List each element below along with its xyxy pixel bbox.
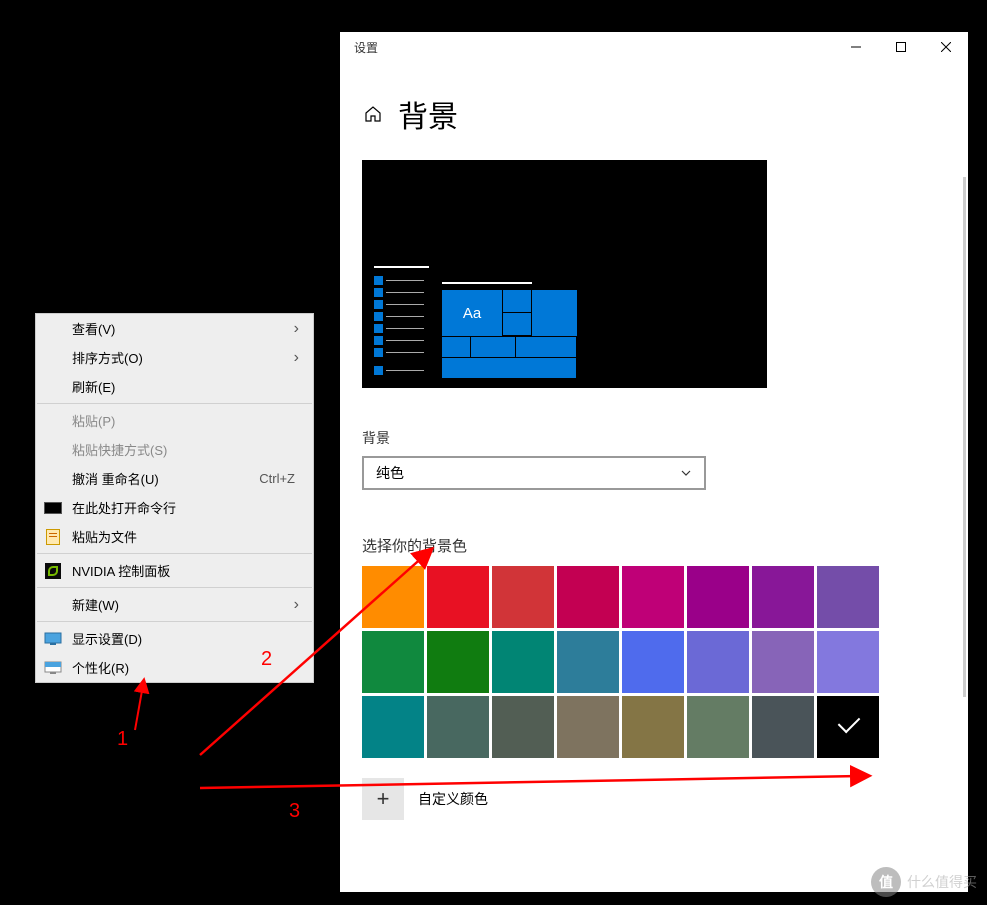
color-swatch-4[interactable] bbox=[622, 566, 684, 628]
minimize-button[interactable] bbox=[833, 32, 878, 62]
titlebar: 设置 bbox=[340, 32, 968, 62]
menu-separator bbox=[37, 553, 312, 554]
menu-separator bbox=[37, 587, 312, 588]
menu-item-10[interactable]: NVIDIA 控制面板 bbox=[36, 556, 313, 585]
color-swatch-1[interactable] bbox=[427, 566, 489, 628]
plus-icon: + bbox=[377, 786, 390, 812]
cmd-icon bbox=[44, 499, 62, 517]
window-title: 设置 bbox=[354, 39, 378, 56]
menu-item-label: 粘贴快捷方式(S) bbox=[72, 440, 167, 459]
watermark: 值 什么值得买 bbox=[871, 867, 977, 897]
color-swatch-14[interactable] bbox=[752, 631, 814, 693]
menu-item-label: 显示设置(D) bbox=[72, 629, 142, 648]
menu-item-15[interactable]: 个性化(R) bbox=[36, 653, 313, 682]
content-area: 背景 Aa bbox=[340, 62, 968, 892]
color-swatch-3[interactable] bbox=[557, 566, 619, 628]
menu-item-label: 粘贴为文件 bbox=[72, 527, 137, 546]
menu-separator bbox=[37, 403, 312, 404]
preview-tiles: Aa bbox=[442, 282, 582, 378]
menu-item-12[interactable]: 新建(W) › bbox=[36, 590, 313, 619]
chevron-right-icon: › bbox=[294, 320, 299, 338]
color-swatch-21[interactable] bbox=[687, 696, 749, 758]
chevron-down-icon bbox=[680, 467, 692, 479]
menu-item-label: 新建(W) bbox=[72, 595, 119, 614]
chevron-right-icon: › bbox=[294, 349, 299, 367]
personalize-icon bbox=[44, 659, 62, 677]
chevron-right-icon: › bbox=[294, 596, 299, 614]
home-icon bbox=[363, 104, 383, 124]
nvidia-icon bbox=[44, 562, 62, 580]
settings-window: 设置 背景 bbox=[340, 32, 968, 892]
color-swatch-11[interactable] bbox=[557, 631, 619, 693]
paste-icon bbox=[44, 528, 62, 546]
annotation-1: 1 bbox=[117, 728, 128, 751]
preview-sample-text: Aa bbox=[442, 290, 502, 336]
color-swatch-15[interactable] bbox=[817, 631, 879, 693]
color-swatch-6[interactable] bbox=[752, 566, 814, 628]
menu-item-8[interactable]: 粘贴为文件 bbox=[36, 522, 313, 551]
titlebar-buttons bbox=[833, 32, 968, 62]
desktop-preview: Aa bbox=[362, 160, 767, 388]
color-swatch-8[interactable] bbox=[362, 631, 424, 693]
annotation-3: 3 bbox=[289, 800, 300, 823]
menu-item-2[interactable]: 刷新(E) bbox=[36, 372, 313, 401]
color-swatch-10[interactable] bbox=[492, 631, 554, 693]
color-swatch-23[interactable] bbox=[817, 696, 879, 758]
menu-item-label: 排序方式(O) bbox=[72, 348, 143, 367]
menu-item-6[interactable]: 撤消 重命名(U) Ctrl+Z bbox=[36, 464, 313, 493]
custom-color-button[interactable]: + bbox=[362, 778, 404, 820]
menu-separator bbox=[37, 621, 312, 622]
display-icon bbox=[44, 630, 62, 648]
background-dropdown[interactable]: 纯色 bbox=[362, 456, 706, 490]
color-swatch-12[interactable] bbox=[622, 631, 684, 693]
close-button[interactable] bbox=[923, 32, 968, 62]
preview-start-menu bbox=[374, 266, 429, 378]
choose-color-label: 选择你的背景色 bbox=[362, 535, 946, 556]
color-swatch-13[interactable] bbox=[687, 631, 749, 693]
menu-item-0[interactable]: 查看(V) › bbox=[36, 314, 313, 343]
menu-item-label: 个性化(R) bbox=[72, 658, 129, 677]
menu-shortcut: Ctrl+Z bbox=[259, 471, 295, 486]
menu-item-14[interactable]: 显示设置(D) bbox=[36, 624, 313, 653]
color-swatch-19[interactable] bbox=[557, 696, 619, 758]
dropdown-value: 纯色 bbox=[376, 463, 404, 483]
color-swatch-0[interactable] bbox=[362, 566, 424, 628]
custom-color-row: + 自定义颜色 bbox=[362, 778, 946, 820]
color-swatch-7[interactable] bbox=[817, 566, 879, 628]
home-button[interactable] bbox=[362, 103, 384, 125]
color-swatch-5[interactable] bbox=[687, 566, 749, 628]
page-header: 背景 bbox=[362, 92, 946, 136]
menu-item-1[interactable]: 排序方式(O) › bbox=[36, 343, 313, 372]
menu-item-label: 粘贴(P) bbox=[72, 411, 115, 430]
color-grid bbox=[362, 566, 922, 758]
menu-item-4: 粘贴(P) bbox=[36, 406, 313, 435]
menu-item-7[interactable]: 在此处打开命令行 bbox=[36, 493, 313, 522]
desktop-context-menu: 查看(V) › 排序方式(O) › 刷新(E) 粘贴(P) 粘贴快捷方式(S) 撤消 重命名(… bbox=[35, 313, 314, 683]
watermark-icon: 值 bbox=[871, 867, 901, 897]
menu-item-label: NVIDIA 控制面板 bbox=[72, 561, 170, 580]
menu-item-label: 查看(V) bbox=[72, 319, 115, 338]
color-swatch-9[interactable] bbox=[427, 631, 489, 693]
watermark-text: 什么值得买 bbox=[907, 872, 977, 892]
color-swatch-16[interactable] bbox=[362, 696, 424, 758]
menu-item-label: 在此处打开命令行 bbox=[72, 498, 176, 517]
color-swatch-20[interactable] bbox=[622, 696, 684, 758]
color-swatch-2[interactable] bbox=[492, 566, 554, 628]
custom-color-label: 自定义颜色 bbox=[418, 789, 488, 809]
background-label: 背景 bbox=[362, 428, 946, 448]
window-body: 背景 Aa bbox=[340, 62, 968, 892]
color-swatch-22[interactable] bbox=[752, 696, 814, 758]
menu-item-5: 粘贴快捷方式(S) bbox=[36, 435, 313, 464]
menu-item-label: 撤消 重命名(U) bbox=[72, 469, 159, 488]
color-swatch-17[interactable] bbox=[427, 696, 489, 758]
page-title: 背景 bbox=[398, 92, 458, 136]
color-swatch-18[interactable] bbox=[492, 696, 554, 758]
menu-item-label: 刷新(E) bbox=[72, 377, 115, 396]
scrollbar[interactable] bbox=[963, 177, 966, 697]
maximize-button[interactable] bbox=[878, 32, 923, 62]
annotation-arrow-1 bbox=[130, 680, 150, 735]
